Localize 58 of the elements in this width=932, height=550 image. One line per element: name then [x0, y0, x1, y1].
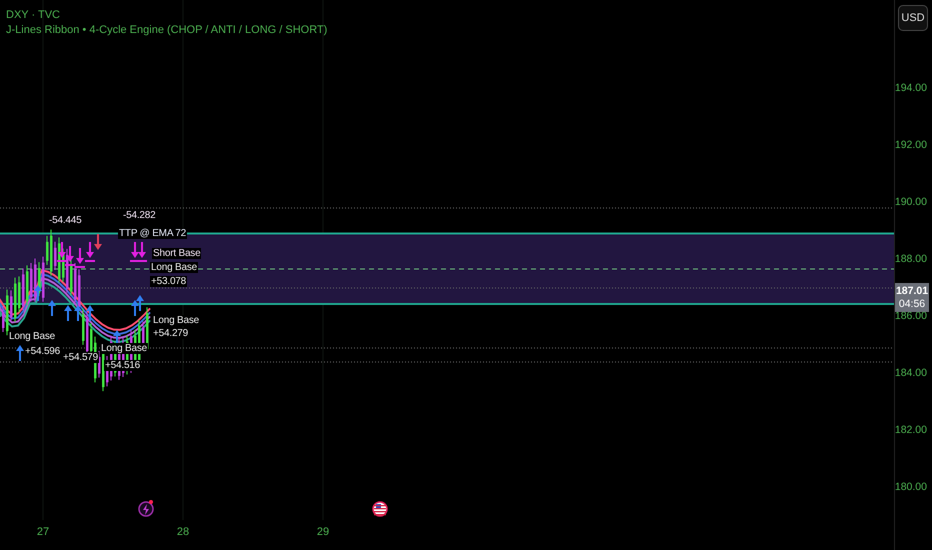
up-arrow-icon	[34, 285, 42, 301]
flag-event-icon[interactable]	[372, 501, 388, 517]
take-profit-label: TTP @ EMA 72	[118, 228, 188, 239]
time-label: 29	[316, 526, 330, 538]
candlestick	[34, 258, 36, 302]
short-signal-label: Short Base	[152, 248, 202, 259]
long-signal-label: +54.596	[24, 346, 62, 357]
up-arrow-icon	[48, 300, 56, 316]
down-arrow-icon	[65, 246, 75, 266]
price-label: 180.00	[894, 481, 927, 493]
price-label: 186.00	[894, 310, 927, 322]
down-arrow-icon	[85, 242, 95, 262]
price-label: 190.00	[894, 196, 927, 208]
price-label: 194.00	[894, 82, 927, 94]
short-signal-label: -54.445	[48, 215, 83, 226]
candlestick	[18, 276, 20, 313]
candlestick	[10, 290, 12, 322]
candlestick	[42, 256, 44, 302]
up-arrow-icon	[86, 305, 94, 321]
long-signal-label: +54.579	[62, 352, 100, 363]
down-arrow-icon	[57, 242, 67, 262]
candlestick	[6, 288, 8, 336]
candlestick	[50, 229, 52, 276]
price-label: 188.00	[894, 253, 927, 265]
long-signal-label: Long Base	[150, 262, 198, 273]
short-signal-label: -54.282	[122, 210, 157, 221]
price-badge: 187.01 04:56	[895, 283, 929, 312]
candlestick	[30, 262, 32, 302]
up-arrow-icon	[74, 305, 82, 321]
indicator-title: J-Lines Ribbon • 4-Cycle Engine (CHOP / ANTI / LONG / SHORT)	[6, 24, 328, 36]
symbol-title: DXY · TVC	[6, 9, 61, 21]
price-label: 192.00	[894, 139, 927, 151]
candlestick	[54, 241, 56, 270]
lightning-event-icon[interactable]	[138, 500, 154, 517]
down-arrow-icon	[130, 242, 140, 262]
price-label: 182.00	[894, 424, 927, 436]
candlestick	[26, 264, 28, 306]
up-arrow-icon	[16, 345, 24, 361]
up-arrow-icon	[64, 305, 72, 321]
down-arrow-icon	[137, 242, 147, 262]
long-signal-label: +53.078	[150, 276, 188, 287]
candlestick	[2, 306, 4, 332]
candlestick	[22, 268, 24, 311]
long-signal-label: Long Base	[100, 343, 148, 354]
long-signal-label: Long Base	[152, 315, 200, 326]
time-label: 28	[176, 526, 190, 538]
long-signal-label: +54.516	[104, 360, 142, 371]
long-signal-label: +54.279	[152, 328, 190, 339]
price-label: 184.00	[894, 367, 927, 379]
long-signal-label: Long Base	[8, 331, 56, 342]
candlestick	[58, 236, 60, 284]
down-arrow-icon	[75, 248, 85, 268]
candlestick	[82, 308, 84, 346]
candlestick	[46, 235, 48, 266]
candlestick	[14, 277, 16, 323]
currency-button[interactable]: USD	[898, 5, 928, 31]
candlestick	[74, 262, 76, 304]
time-label: 27	[36, 526, 50, 538]
